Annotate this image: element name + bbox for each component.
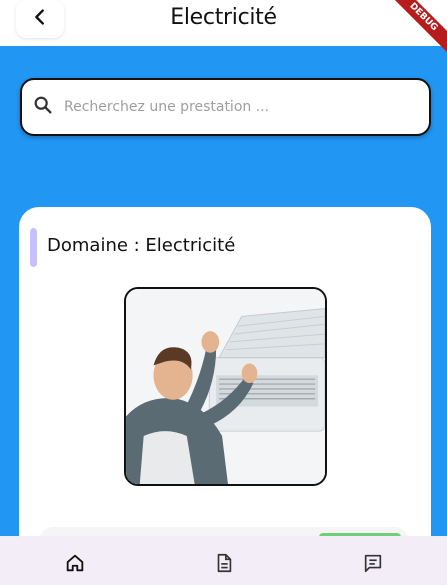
search-bar[interactable] <box>20 78 431 136</box>
bottom-navigation <box>0 536 447 585</box>
domain-image <box>124 287 327 486</box>
accent-bar <box>30 228 37 267</box>
home-icon <box>64 552 86 578</box>
search-icon <box>32 94 54 120</box>
nav-home[interactable] <box>45 549 105 581</box>
app-bar: Electricité DEBUG <box>0 0 447 57</box>
nav-messages[interactable] <box>343 549 403 581</box>
domain-card: Domaine : Electricité <box>19 207 431 585</box>
search-input[interactable] <box>64 92 404 122</box>
app-screen: Electricité DEBUG Domaine : Electricité <box>0 0 447 585</box>
chat-icon <box>362 552 384 578</box>
domain-label: Domaine : Electricité <box>47 235 236 256</box>
technician-air-conditioner-photo <box>126 289 325 484</box>
nav-documents[interactable] <box>194 549 254 581</box>
document-icon <box>213 552 235 578</box>
page-title: Electricité <box>170 5 277 30</box>
